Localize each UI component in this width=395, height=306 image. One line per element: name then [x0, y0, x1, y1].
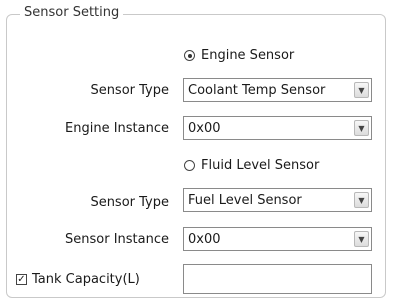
fluid-sensor-type-label: Sensor Type [90, 195, 169, 210]
engine-sensor-radio-icon [184, 50, 195, 61]
fluid-sensor-type-select[interactable]: Fuel Level Sensor ▼ [183, 188, 372, 212]
engine-sensor-radio-label: Engine Sensor [201, 48, 295, 63]
tank-capacity-label: Tank Capacity(L) [32, 272, 140, 287]
sensor-instance-select[interactable]: 0x00 ▼ [183, 227, 372, 251]
check-icon[interactable]: ✓ [16, 274, 27, 285]
group-title: Sensor Setting [20, 5, 124, 20]
sensor-instance-value: 0x00 [188, 231, 221, 247]
fluid-level-sensor-radio-label: Fluid Level Sensor [201, 158, 320, 173]
sensor-instance-label: Sensor Instance [65, 232, 169, 247]
engine-instance-select[interactable]: 0x00 ▼ [183, 116, 372, 140]
chevron-down-icon[interactable]: ▼ [354, 231, 369, 247]
chevron-down-icon[interactable]: ▼ [354, 82, 369, 98]
tank-capacity-checkbox[interactable]: ✓ Tank Capacity(L) [16, 272, 140, 287]
fluid-sensor-type-value: Fuel Level Sensor [188, 192, 302, 208]
fluid-level-sensor-radio[interactable]: Fluid Level Sensor [184, 158, 319, 173]
engine-sensor-type-value: Coolant Temp Sensor [188, 82, 326, 98]
engine-instance-label: Engine Instance [65, 121, 169, 136]
engine-instance-value: 0x00 [188, 120, 221, 136]
engine-sensor-radio[interactable]: Engine Sensor [184, 48, 294, 63]
engine-sensor-type-select[interactable]: Coolant Temp Sensor ▼ [183, 78, 372, 102]
fluid-level-sensor-radio-icon [184, 160, 195, 171]
engine-sensor-type-label: Sensor Type [90, 83, 169, 98]
chevron-down-icon[interactable]: ▼ [354, 120, 369, 136]
tank-capacity-input[interactable] [183, 264, 372, 294]
chevron-down-icon[interactable]: ▼ [354, 192, 369, 208]
